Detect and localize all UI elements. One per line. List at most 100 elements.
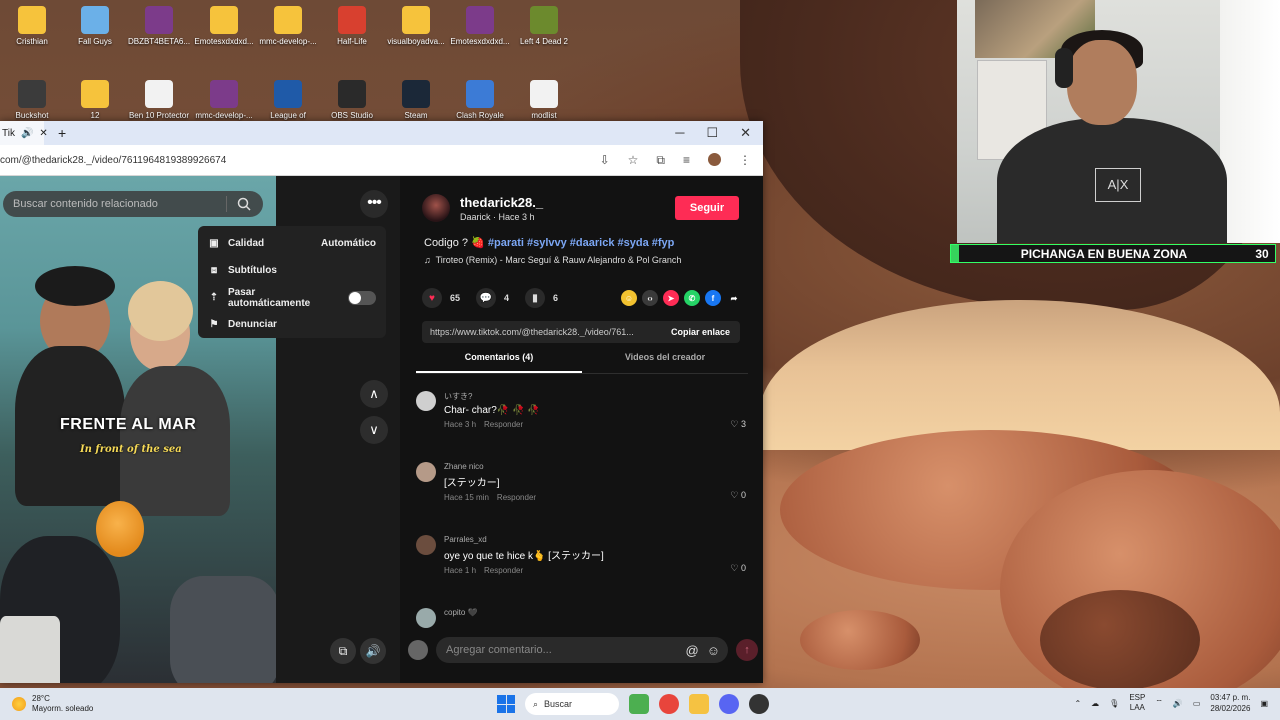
speaker-icon[interactable]: 🔊	[1173, 699, 1183, 708]
desktop-icon[interactable]: mmc-develop-...	[192, 80, 256, 120]
menu-quality[interactable]: ▣ Calidad Automático	[198, 230, 386, 257]
bookmark-icon[interactable]: ▮	[525, 288, 546, 308]
menu-subtitles[interactable]: ⧈ Subtítulos	[198, 257, 386, 284]
comment-username[interactable]: copito 🖤	[444, 608, 478, 617]
share-arrow-icon[interactable]: ➦	[726, 290, 742, 306]
media-icon[interactable]: ≡	[683, 153, 690, 168]
desktop-icon[interactable]: League of	[256, 80, 320, 120]
desktop-icon[interactable]: Half-Life	[320, 6, 384, 46]
browser-menu-icon[interactable]: ⋮	[739, 153, 751, 168]
minimize-button[interactable]: ─	[675, 125, 684, 141]
comment-avatar[interactable]	[416, 391, 436, 411]
comment-like[interactable]: ♡ 3	[730, 419, 746, 430]
reply-button[interactable]: Responder	[497, 493, 536, 502]
comment-input[interactable]: Agregar comentario... @ ☺	[436, 637, 728, 663]
reply-button[interactable]: Responder	[484, 420, 523, 429]
search-icon[interactable]	[237, 197, 251, 211]
comment-avatar[interactable]	[416, 462, 436, 482]
menu-autoplay[interactable]: ⇡ Pasar automáticamente	[198, 284, 386, 311]
discord-icon[interactable]	[719, 694, 739, 714]
speaker-icon[interactable]: 🔊	[21, 128, 33, 139]
follow-button[interactable]: Seguir	[675, 196, 739, 220]
emoji-icon[interactable]: ☺	[707, 643, 720, 658]
heart-icon[interactable]: ♥	[422, 288, 442, 308]
comment-username[interactable]: Parrales_xd	[444, 535, 604, 544]
desktop-icon[interactable]: Clash Royale	[448, 80, 512, 120]
next-video-button[interactable]: ∨	[360, 416, 388, 444]
close-window-button[interactable]: ✕	[740, 125, 751, 141]
obs-icon[interactable]	[749, 694, 769, 714]
desktop-icon[interactable]: OBS Studio	[320, 80, 384, 120]
like-action[interactable]: ♥ 65	[422, 288, 460, 308]
volume-icon[interactable]: 🔊	[360, 638, 386, 664]
install-icon[interactable]: ⇩	[600, 153, 610, 168]
comment-action[interactable]: 💬 4	[476, 288, 509, 308]
reply-button[interactable]: Responder	[484, 566, 523, 575]
comment-username[interactable]: いすき?	[444, 391, 540, 402]
comment-icon[interactable]: 💬	[476, 288, 497, 308]
copy-link-button[interactable]: Copiar enlace	[661, 327, 740, 337]
url-text[interactable]: com/@thedarick28._/video/761196481938992…	[0, 155, 600, 166]
previous-video-button[interactable]: ∧	[360, 380, 388, 408]
desktop-icon[interactable]: Ben 10 Protector	[127, 80, 191, 120]
onedrive-icon[interactable]: ☁	[1091, 699, 1099, 708]
desktop-icon[interactable]: visualboyadva...	[384, 6, 448, 46]
comment-like[interactable]: ♡ 0	[730, 563, 746, 574]
desktop-icon[interactable]: Emotesxdxdxd...	[192, 6, 256, 46]
comment-like[interactable]: ♡ 0	[730, 490, 746, 501]
heart-outline-icon[interactable]: ♡	[730, 419, 741, 429]
comment-avatar[interactable]	[416, 535, 436, 555]
chrome-icon[interactable]	[659, 694, 679, 714]
author-name[interactable]: thedarick28._	[460, 195, 543, 210]
heart-outline-icon[interactable]: ♡	[730, 490, 741, 500]
desktop-icon[interactable]: Cristhian	[0, 6, 64, 46]
new-tab-button[interactable]: +	[58, 125, 66, 141]
embed-icon[interactable]: ‹›	[642, 290, 658, 306]
battery-icon[interactable]: ▭	[1193, 699, 1201, 708]
desktop-icon[interactable]: Fall Guys	[63, 6, 127, 46]
start-button[interactable]	[497, 695, 515, 713]
desktop-icon[interactable]: Emotesxdxdxd...	[448, 6, 512, 46]
close-tab-icon[interactable]: ✕	[39, 128, 47, 139]
game-app-icon[interactable]	[629, 694, 649, 714]
send-icon[interactable]: ➤	[663, 290, 679, 306]
taskbar-search[interactable]: ⌕ Buscar	[525, 693, 619, 715]
comment-username[interactable]: Zhane nico	[444, 462, 536, 471]
extensions-icon[interactable]: ⧉	[656, 153, 665, 168]
related-search-input[interactable]: Buscar contenido relacionado	[3, 191, 263, 217]
menu-report[interactable]: ⚑ Denunciar	[198, 311, 386, 338]
desktop-icon[interactable]: mmc-develop-...	[256, 6, 320, 46]
clock[interactable]: 03:47 p. m. 28/02/2026	[1210, 692, 1250, 714]
desktop-icon[interactable]: Buckshot	[0, 80, 64, 120]
file-explorer-icon[interactable]	[689, 694, 709, 714]
tab-creator-videos[interactable]: Videos del creador	[582, 352, 748, 373]
post-comment-button[interactable]: ↑	[736, 639, 758, 661]
desktop-icon[interactable]: Steam	[384, 80, 448, 120]
facebook-icon[interactable]: f	[705, 290, 721, 306]
save-action[interactable]: ▮ 6	[525, 288, 558, 308]
post-link[interactable]: https://www.tiktok.com/@thedarick28._/vi…	[422, 327, 661, 337]
weather-widget[interactable]: 28°C Mayorm. soleado	[12, 694, 93, 714]
bookmark-star-icon[interactable]: ☆	[628, 153, 639, 168]
wifi-icon[interactable]: ⌔	[1155, 698, 1163, 708]
profile-avatar[interactable]	[708, 152, 721, 166]
repost-icon[interactable]: ☺	[621, 290, 637, 306]
desktop-icon[interactable]: modlist	[512, 80, 576, 120]
desktop-icon[interactable]: 12	[63, 80, 127, 120]
mention-icon[interactable]: @	[686, 643, 699, 658]
autoplay-toggle[interactable]	[348, 290, 377, 305]
music-row[interactable]: ♫ Tiroteo (Remix) - Marc Seguí & Rauw Al…	[424, 255, 681, 265]
address-bar[interactable]: com/@thedarick28._/video/761196481938992…	[0, 145, 763, 176]
tab-comments[interactable]: Comentarios (4)	[416, 352, 582, 373]
mic-icon[interactable]: 🎙	[1109, 699, 1119, 708]
author-avatar[interactable]	[422, 194, 450, 222]
browser-tab[interactable]: Tik 🔊 ✕	[0, 121, 48, 145]
picture-in-picture-icon[interactable]: ⧉	[330, 638, 356, 664]
more-options-button[interactable]: •••	[360, 190, 388, 218]
desktop-icon[interactable]: Left 4 Dead 2	[512, 6, 576, 46]
notification-icon[interactable]: ▣	[1260, 699, 1268, 708]
hashtags[interactable]: #parati #sylvvy #daarick #syda #fyp	[488, 237, 675, 249]
heart-outline-icon[interactable]: ♡	[730, 563, 741, 573]
comment-avatar[interactable]	[416, 608, 436, 628]
music-title[interactable]: Tiroteo (Remix) - Marc Seguí & Rauw Alej…	[436, 255, 682, 265]
